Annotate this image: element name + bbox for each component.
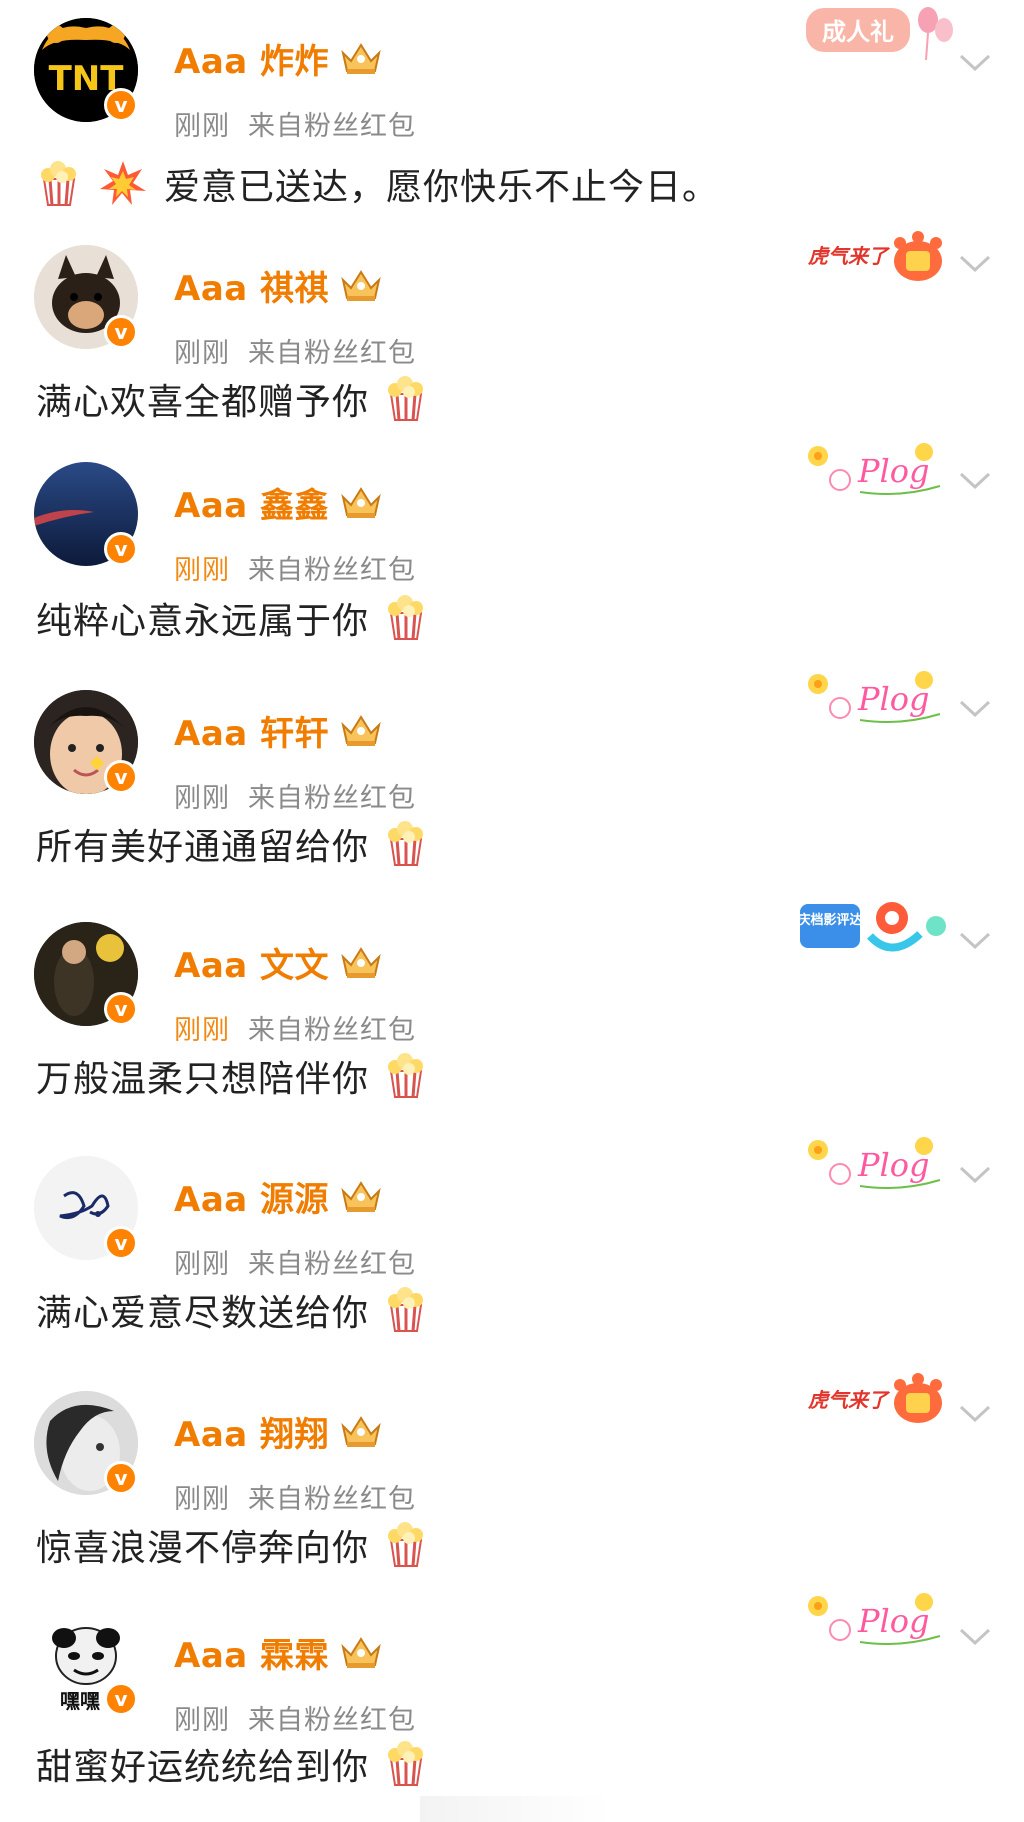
comment-text-row: 惊喜浪漫不停奔向你: [36, 1519, 429, 1571]
post-time: 刚刚: [174, 783, 230, 814]
username[interactable]: Aaa 霖霖: [174, 1628, 329, 1677]
card-decoration-badge: Plog: [800, 1130, 960, 1196]
svg-text:虎气来了: 虎气来了: [808, 1388, 891, 1412]
comment-text: 满心欢喜全都赠予你: [36, 382, 370, 423]
post-time: 刚刚: [174, 1484, 230, 1515]
verified-badge-icon: v: [104, 88, 138, 122]
verified-badge-icon: v: [104, 760, 138, 794]
post-meta: 刚刚 来自粉丝红包: [174, 1008, 416, 1047]
post-time: 刚刚: [174, 555, 230, 586]
popcorn-emoji-icon: [388, 821, 424, 866]
popcorn-emoji-icon: [388, 1522, 424, 1567]
comment-text-row: 爱意已送达，愿你快乐不止今日。: [36, 158, 719, 210]
verified-badge-icon: v: [104, 992, 138, 1026]
comment-text: 爱意已送达，愿你快乐不止今日。: [164, 167, 720, 208]
chevron-down-icon[interactable]: [958, 470, 992, 492]
username[interactable]: Aaa 炸炸: [174, 34, 329, 83]
chevron-down-icon[interactable]: [958, 930, 992, 952]
comment-text-row: 甜蜜好运统统给到你: [36, 1738, 429, 1790]
username[interactable]: Aaa 轩轩: [174, 706, 329, 755]
chevron-down-icon[interactable]: [958, 698, 992, 720]
card-decoration-badge: Plog: [800, 1586, 960, 1652]
post-meta: 刚刚 来自粉丝红包: [174, 1477, 416, 1516]
post-meta: 刚刚 来自粉丝红包: [174, 331, 416, 370]
svg-text:国庆档影评达人: 国庆档影评达人: [800, 912, 876, 928]
comment-text-row: 满心欢喜全都赠予你: [36, 373, 429, 425]
post-meta: 刚刚 来自粉丝红包: [174, 776, 416, 815]
post-time: 刚刚: [174, 338, 230, 369]
verified-badge-icon: v: [104, 1682, 138, 1716]
popcorn-emoji-icon: [388, 1287, 424, 1332]
post-source: 来自粉丝红包: [248, 1015, 416, 1046]
comment-text: 万般温柔只想陪伴你: [36, 1059, 370, 1100]
comment-text: 满心爱意尽数送给你: [36, 1293, 370, 1334]
card-decoration-badge: Plog: [800, 436, 960, 502]
post-time: 刚刚: [174, 1015, 230, 1046]
post-source: 来自粉丝红包: [248, 1484, 416, 1515]
boom-emoji-icon: [100, 161, 146, 205]
username[interactable]: Aaa 源源: [174, 1172, 329, 1221]
chevron-down-icon[interactable]: [958, 1626, 992, 1648]
username[interactable]: Aaa 文文: [174, 938, 329, 987]
popcorn-emoji-icon: [388, 376, 424, 421]
chevron-down-icon[interactable]: [958, 52, 992, 74]
verified-badge-icon: v: [104, 1226, 138, 1260]
verified-badge-icon: v: [104, 1461, 138, 1495]
post-meta: 刚刚 来自粉丝红包: [174, 1698, 416, 1737]
post-source: 来自粉丝红包: [248, 338, 416, 369]
username[interactable]: Aaa 翔翔: [174, 1407, 329, 1456]
username[interactable]: Aaa 鑫鑫: [174, 478, 329, 527]
verified-badge-icon: v: [104, 315, 138, 349]
card-decoration-badge: Plog: [800, 664, 960, 730]
post-source: 来自粉丝红包: [248, 783, 416, 814]
post-time: 刚刚: [174, 111, 230, 142]
member-crown-icon: [341, 270, 381, 301]
watermark-strip: [420, 1796, 610, 1822]
svg-text:成人礼: 成人礼: [822, 18, 894, 46]
member-crown-icon: [341, 715, 381, 746]
card-decoration-badge: 国庆档影评达人: [784, 896, 960, 962]
chevron-down-icon[interactable]: [958, 253, 992, 275]
member-crown-icon: [341, 43, 381, 74]
member-crown-icon: [341, 487, 381, 518]
comment-text-row: 纯粹心意永远属于你: [36, 592, 429, 644]
comment-text: 甜蜜好运统统给到你: [36, 1747, 370, 1788]
svg-text:虎气来了: 虎气来了: [808, 244, 891, 268]
comment-text: 所有美好通通留给你: [36, 827, 370, 868]
member-crown-icon: [341, 947, 381, 978]
comment-text-row: 满心爱意尽数送给你: [36, 1284, 429, 1336]
popcorn-emoji-icon: [388, 1741, 424, 1786]
post-time: 刚刚: [174, 1249, 230, 1280]
chevron-down-icon[interactable]: [958, 1164, 992, 1186]
card-decoration-badge: 虎气来了: [800, 1365, 960, 1431]
comment-feed: TNT v Aaa 炸炸 刚刚 来自粉丝红包 成人礼 爱意已送达，愿你快乐不止今…: [0, 0, 1024, 1822]
post-source: 来自粉丝红包: [248, 111, 416, 142]
card-decoration-badge: 成人礼: [800, 0, 960, 66]
popcorn-emoji-icon: [41, 161, 76, 206]
comment-text: 纯粹心意永远属于你: [36, 601, 370, 642]
svg-text:嘿嘿: 嘿嘿: [60, 1689, 100, 1713]
comment-text-row: 所有美好通通留给你: [36, 818, 429, 870]
post-time: 刚刚: [174, 1705, 230, 1736]
post-source: 来自粉丝红包: [248, 555, 416, 586]
chevron-down-icon[interactable]: [958, 1403, 992, 1425]
member-crown-icon: [341, 1416, 381, 1447]
popcorn-emoji-icon: [388, 595, 424, 640]
comment-text-row: 万般温柔只想陪伴你: [36, 1050, 429, 1102]
comment-text: 惊喜浪漫不停奔向你: [36, 1528, 370, 1569]
card-decoration-badge: 虎气来了: [800, 225, 960, 291]
post-meta: 刚刚 来自粉丝红包: [174, 548, 416, 587]
member-crown-icon: [341, 1181, 381, 1212]
post-source: 来自粉丝红包: [248, 1249, 416, 1280]
verified-badge-icon: v: [104, 532, 138, 566]
username[interactable]: Aaa 祺祺: [174, 261, 329, 310]
member-crown-icon: [341, 1637, 381, 1668]
popcorn-emoji-icon: [388, 1053, 424, 1098]
post-meta: 刚刚 来自粉丝红包: [174, 104, 416, 143]
post-meta: 刚刚 来自粉丝红包: [174, 1242, 416, 1281]
post-source: 来自粉丝红包: [248, 1705, 416, 1736]
